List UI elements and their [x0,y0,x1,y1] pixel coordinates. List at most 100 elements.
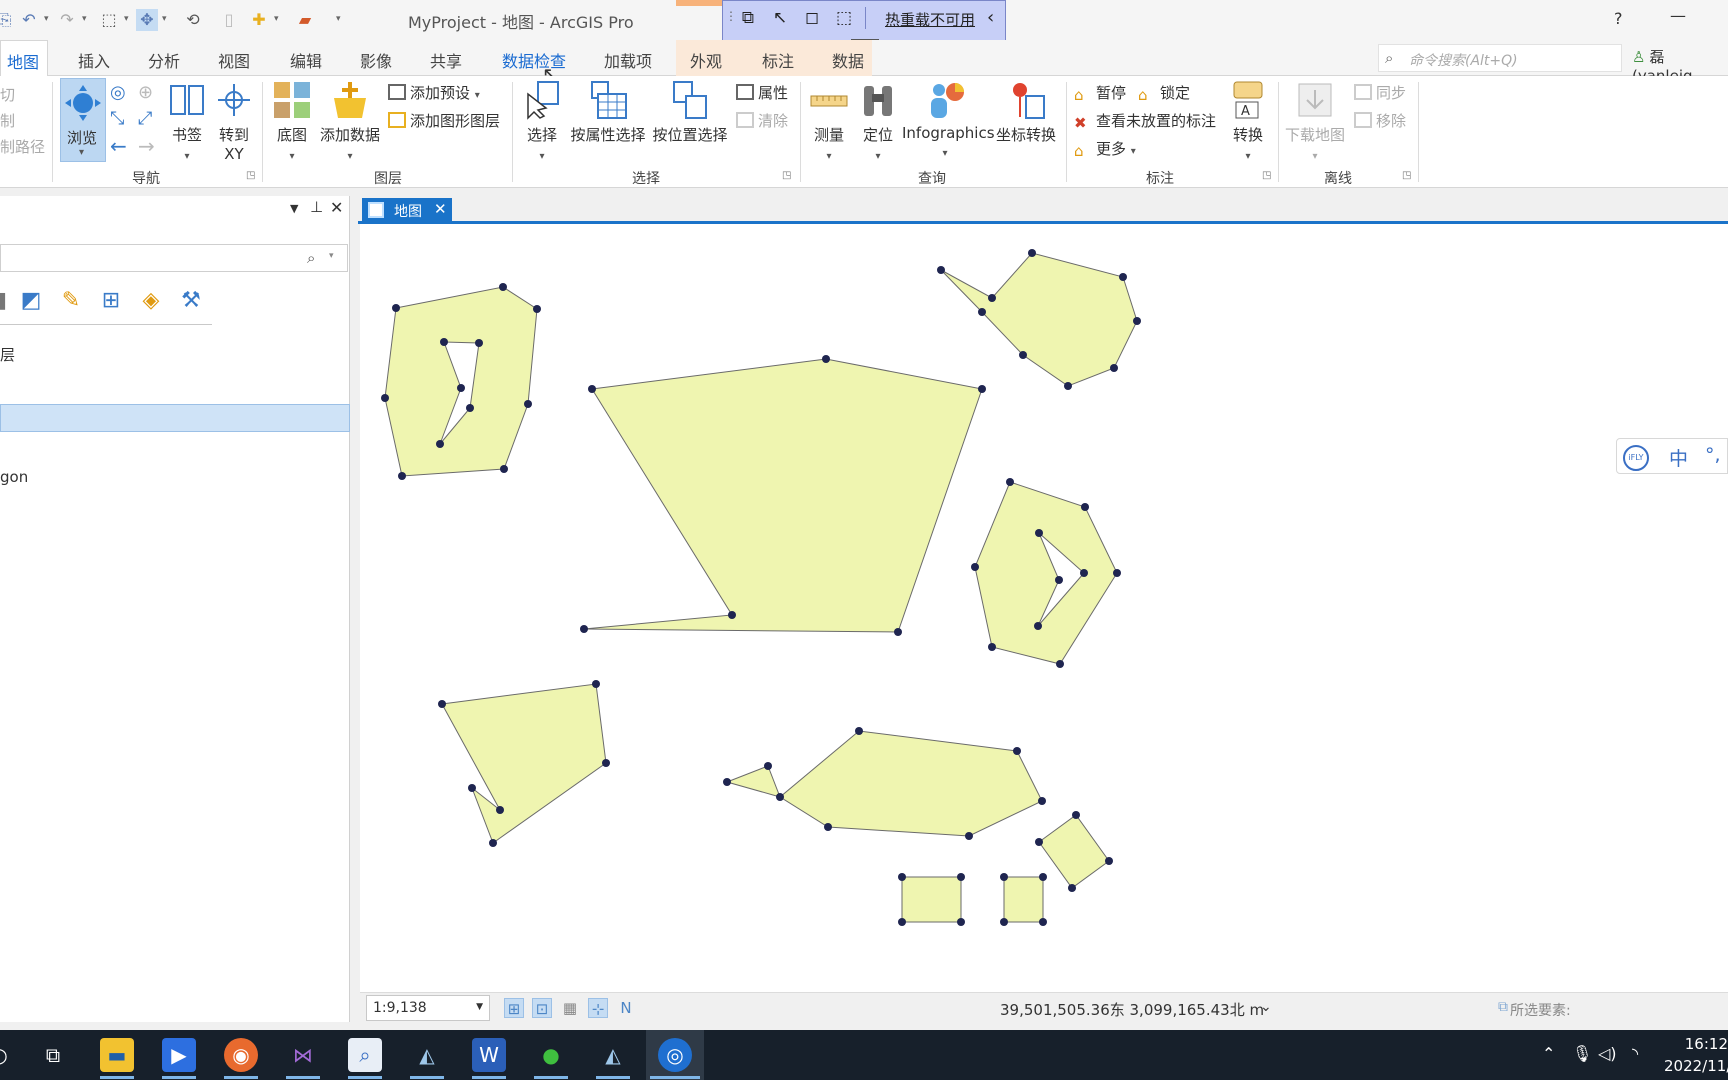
microphone-icon[interactable]: 🎙 [1572,1044,1592,1063]
blank-page-icon[interactable]: ▯ [218,9,240,31]
constraint-icon[interactable]: ⊹ [588,998,608,1018]
select-by-location-button[interactable]: 按位置选择 [652,80,728,145]
next-extent-icon[interactable]: → [138,134,155,158]
add-graphics-layer-button[interactable]: 添加图形图层 [388,110,500,131]
pause-labeling-button[interactable]: ⌂ 暂停 [1074,82,1126,104]
pane-menu-icon[interactable]: ▼ [290,202,298,215]
scale-select[interactable]: 1:9,138 ▼ [366,995,490,1021]
explore-dropdown-icon[interactable]: ▾ [162,14,167,24]
previous-extent-icon[interactable]: ← [110,134,127,158]
view-unplaced-button[interactable]: ✖ 查看未放置的标注 [1074,110,1216,132]
tab-data[interactable]: 数据 [832,48,864,72]
arcgis-catalog-icon[interactable]: ◭ [410,1038,444,1072]
wifi-icon[interactable]: ◝ [1632,1044,1638,1063]
polygon-feature[interactable] [1038,814,1110,889]
polygon-feature[interactable] [974,481,1118,665]
grid-icon[interactable]: ▦ [560,998,580,1018]
list-by-editing-icon[interactable]: ✎ [56,286,86,316]
polygon-feature[interactable] [940,252,1138,387]
close-pane-icon[interactable]: ✕ [330,198,343,217]
select-tool-icon[interactable]: ⬚ [98,9,120,31]
tab-edit[interactable]: 编辑 [290,48,322,72]
list-by-labeling-icon[interactable]: ◈ [136,286,166,316]
ime-punctuation-icon[interactable]: °, [1705,444,1721,466]
list-by-source-icon[interactable]: ◩ [16,286,46,316]
undo-icon[interactable]: ↶ [18,9,40,31]
tab-labeling[interactable]: 标注 [762,48,794,72]
polygon-feature[interactable] [384,286,538,477]
polygon-feature[interactable] [441,683,607,844]
pin-icon[interactable]: ⊥ [310,198,323,216]
clear-selection-button[interactable]: 清除 [736,110,788,131]
map-view[interactable] [360,224,1728,992]
display-layout-icon[interactable]: ◻ [801,7,823,29]
wechat-icon[interactable]: ● [534,1038,568,1072]
track-focus-icon[interactable]: ⬚ [833,7,855,29]
more-labeling-button[interactable]: ⌂ 更多 ▾ [1074,138,1136,160]
north-arrow-icon[interactable]: N [616,998,636,1018]
fixed-zoom-icon[interactable]: ⊕ [138,82,153,103]
copy-button[interactable]: 制 [0,110,15,131]
grid-snap-icon[interactable]: ⊡ [532,998,552,1018]
file-explorer-icon[interactable]: ▬ [100,1038,134,1072]
download-map-button[interactable]: 下载地图 ▾ [1282,80,1348,163]
add-data-button[interactable]: 添加数据 ▾ [318,80,382,163]
polygon-feature[interactable] [725,730,1043,837]
full-extent-icon[interactable]: ◎ [110,82,126,103]
tab-map-view[interactable]: 地图 ✕ [362,198,452,222]
coordinate-format-dropdown-icon[interactable]: ⌄ [1260,999,1272,1015]
arcgis-pro-icon[interactable]: ◎ [658,1038,692,1072]
system-clock[interactable]: 16:12 2022/11/ [1664,1033,1728,1077]
add-data-small-icon[interactable]: ✚ [248,9,270,31]
refresh-icon[interactable]: ⟲ [182,9,204,31]
grip-icon[interactable]: ⋮ [725,9,737,23]
toolbox-icon[interactable]: ▰ [294,9,316,31]
lock-labels-button[interactable]: ⌂ 锁定 [1138,82,1190,104]
snapping-icon[interactable]: ⊞ [504,998,524,1018]
tab-insert[interactable]: 插入 [78,48,110,72]
remove-offline-button[interactable]: 移除 [1354,110,1406,131]
search-icon[interactable]: ○ [0,1038,16,1072]
ime-language[interactable]: 中 [1669,444,1688,471]
list-by-selection-icon[interactable]: ⊞ [96,286,126,316]
coordinate-conversion-button[interactable]: 坐标转换 [992,80,1060,145]
redo-dropdown-icon[interactable]: ▾ [82,14,87,24]
selection-launcher-icon[interactable]: ◳ [782,170,791,181]
polygon-feature[interactable] [901,876,962,923]
select-by-attributes-button[interactable]: 按属性选择 [570,80,646,145]
measure-button[interactable]: 测量 ▾ [806,80,852,163]
tab-map[interactable]: 地图 [0,40,49,77]
selected-layer-row[interactable] [0,404,350,432]
close-map-tab-icon[interactable]: ✕ [434,200,447,218]
document-search-icon[interactable]: ⌕ [348,1038,382,1072]
tab-view[interactable]: 视图 [218,48,250,72]
tab-analysis[interactable]: 分析 [148,48,180,72]
labeling-launcher-icon[interactable]: ◳ [1262,170,1271,181]
tab-imagery[interactable]: 影像 [360,48,392,72]
offline-launcher-icon[interactable]: ◳ [1402,170,1411,181]
meeting-app-icon[interactable]: ▶ [162,1038,196,1072]
collapse-toolbar-icon[interactable]: ‹ [987,7,994,28]
minimize-button[interactable]: — [1670,6,1686,25]
ime-toolbar[interactable]: iFLY 中 °, [1616,438,1728,474]
redo-icon[interactable]: ↷ [56,9,78,31]
navigate-launcher-icon[interactable]: ◳ [246,170,255,181]
bookmark-button[interactable]: 书签 ▾ [164,80,210,163]
customize-qat-icon[interactable]: ▾ [336,14,341,24]
tab-addins[interactable]: 加载项 [604,48,652,72]
browse-button[interactable]: 浏览 ▾ [60,78,106,162]
explore-tool-icon[interactable]: ✥ [136,9,158,31]
list-by-snapping-icon[interactable]: ⚒ [176,286,206,316]
select-element-icon[interactable]: ⧉ [737,7,759,29]
app-icon[interactable]: ⎘ [0,9,16,31]
visual-studio-icon[interactable]: ⋈ [286,1038,320,1072]
search-options-icon[interactable]: ▾ [329,251,334,261]
attributes-button[interactable]: 属性 [736,82,788,103]
infographics-button[interactable]: Infographics ▾ [902,80,995,160]
database-icon[interactable]: ▮ [0,286,16,316]
pointer-icon[interactable]: ↖ [769,7,791,29]
layer-item-polygon[interactable]: gon [0,468,28,486]
undo-dropdown-icon[interactable]: ▾ [44,14,49,24]
task-view-icon[interactable]: ⧉ [36,1038,70,1072]
sync-button[interactable]: 同步 [1354,82,1406,103]
